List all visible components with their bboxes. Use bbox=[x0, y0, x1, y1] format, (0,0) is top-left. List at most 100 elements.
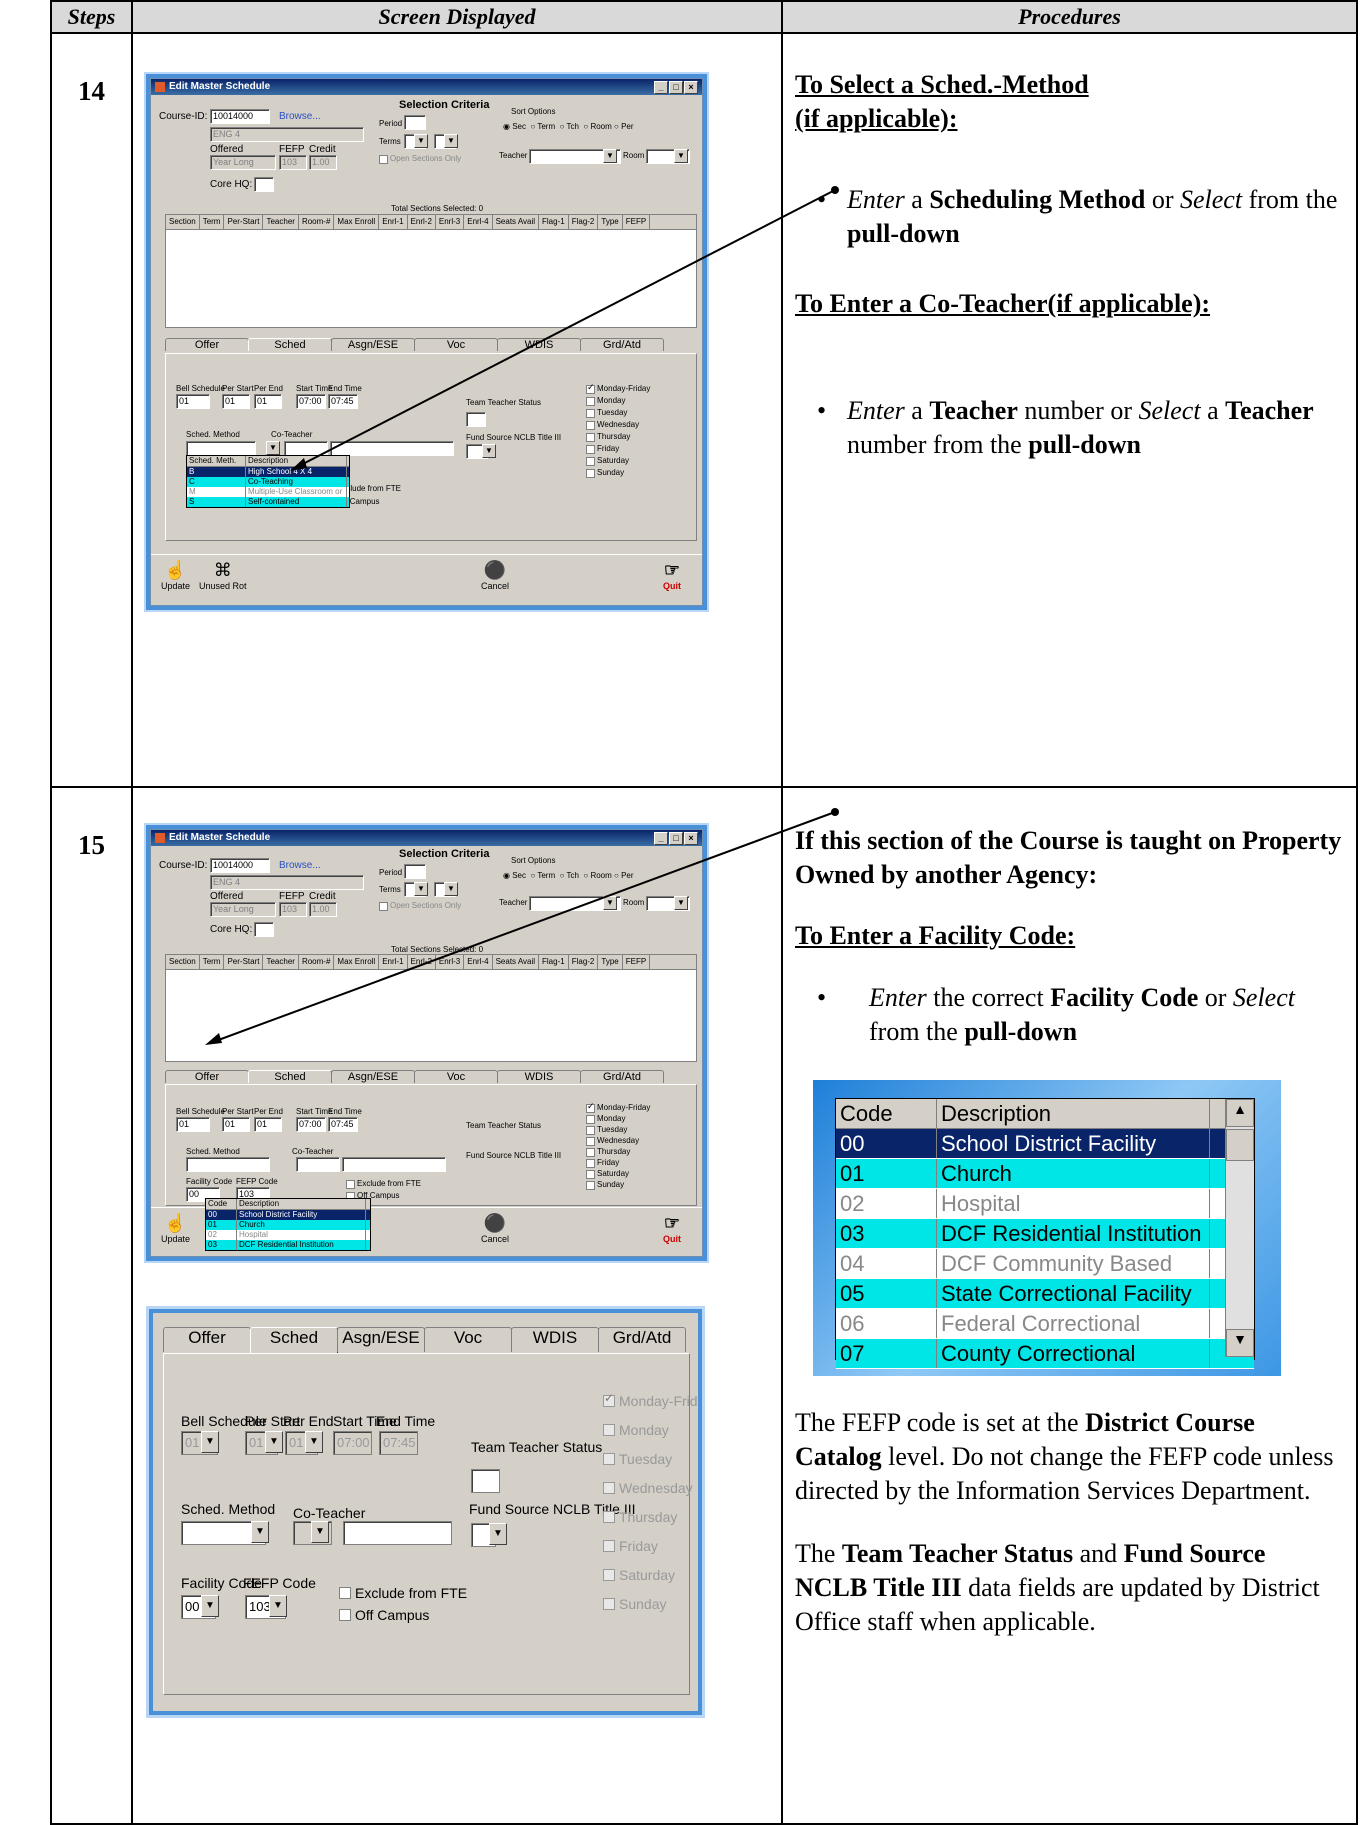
tab-grd-atd[interactable]: Grd/Atd bbox=[580, 338, 664, 351]
minimize-button[interactable]: _ bbox=[654, 81, 668, 94]
day-checkbox-saturday[interactable]: Saturday bbox=[586, 1169, 629, 1179]
list-item[interactable]: 05 State Correctional Facility bbox=[836, 1278, 1254, 1309]
start-time-input[interactable]: 07:00 bbox=[296, 394, 326, 409]
tab-offer[interactable]: Offer bbox=[165, 1070, 249, 1083]
scroll-thumb[interactable] bbox=[1226, 1128, 1254, 1161]
period-input[interactable] bbox=[404, 115, 426, 130]
chevron-down-icon[interactable]: ▼ bbox=[444, 882, 458, 896]
update-button[interactable]: ☝ Update bbox=[161, 559, 190, 591]
list-item[interactable]: 02 Hospital bbox=[836, 1188, 1254, 1219]
chevron-down-icon[interactable]: ▼ bbox=[311, 1521, 329, 1543]
tab-wdis[interactable]: WDIS bbox=[511, 1327, 599, 1352]
tab-voc[interactable]: Voc bbox=[414, 1070, 498, 1083]
day-checkbox-saturday[interactable]: Saturday bbox=[586, 456, 629, 466]
sched-method-select[interactable] bbox=[186, 1157, 270, 1172]
day-checkbox-wednesday[interactable]: Wednesday bbox=[586, 420, 639, 430]
tab-voc[interactable]: Voc bbox=[424, 1327, 512, 1352]
core-hq-input[interactable] bbox=[254, 922, 274, 937]
chevron-down-icon[interactable]: ▼ bbox=[414, 882, 428, 896]
day-checkbox-wednesday[interactable]: Wednesday bbox=[603, 1480, 693, 1496]
tab-offer[interactable]: Offer bbox=[163, 1327, 251, 1352]
open-sections-checkbox[interactable]: Open Sections Only bbox=[379, 901, 461, 911]
day-checkbox-monday[interactable]: Monday bbox=[586, 1114, 625, 1124]
tab-grd-atd[interactable]: Grd/Atd bbox=[598, 1327, 686, 1352]
open-sections-checkbox[interactable]: Open Sections Only bbox=[379, 154, 461, 164]
list-scrollbar[interactable]: ▲ ▼ bbox=[1225, 1098, 1254, 1357]
day-checkbox-thursday[interactable]: Thursday bbox=[586, 432, 630, 442]
chevron-down-icon[interactable]: ▼ bbox=[489, 1523, 507, 1545]
tab-asgn-ese[interactable]: Asgn/ESE bbox=[331, 1070, 415, 1083]
team-teacher-input[interactable] bbox=[471, 1469, 500, 1493]
day-checkbox-friday[interactable]: Friday bbox=[586, 444, 619, 454]
cancel-button[interactable]: ⚫ Cancel bbox=[481, 559, 509, 591]
close-button[interactable]: × bbox=[684, 81, 698, 94]
day-checkbox-sunday[interactable]: Sunday bbox=[586, 468, 624, 478]
co-teacher-select[interactable] bbox=[296, 1157, 340, 1172]
day-checkbox-sunday[interactable]: Sunday bbox=[586, 1180, 624, 1190]
tab-wdis[interactable]: WDIS bbox=[497, 1070, 581, 1083]
sort-radio-group[interactable]: ◉ Sec ○ Term ○ Tch ○ Room ○ Per bbox=[503, 871, 634, 880]
day-checkbox-sunday[interactable]: Sunday bbox=[603, 1596, 666, 1612]
quit-button[interactable]: ☞ Quit bbox=[663, 559, 681, 591]
exclude-fte-checkbox[interactable]: Exclude from FTE bbox=[339, 1585, 467, 1601]
update-button[interactable]: ☝ Update bbox=[161, 1212, 190, 1244]
end-time-input[interactable]: 07:45 bbox=[328, 394, 358, 409]
day-checkbox-mon-fri[interactable]: Monday-Friday bbox=[586, 1101, 650, 1113]
day-checkbox-wednesday[interactable]: Wednesday bbox=[586, 1136, 639, 1146]
course-id-input[interactable]: 10014000 bbox=[210, 109, 270, 124]
list-item[interactable]: 04 DCF Community Based bbox=[836, 1248, 1254, 1279]
chevron-down-icon[interactable]: ▼ bbox=[603, 149, 617, 163]
per-end-select[interactable]: 01 bbox=[254, 1117, 282, 1132]
chevron-down-icon[interactable]: ▼ bbox=[444, 134, 458, 148]
chevron-down-icon[interactable]: ▼ bbox=[305, 1431, 323, 1453]
list-item[interactable]: C Co-Teaching bbox=[187, 477, 349, 487]
chevron-down-icon[interactable]: ▼ bbox=[265, 1431, 283, 1453]
list-item[interactable]: 01 Church bbox=[206, 1220, 370, 1230]
list-item[interactable]: 06 Federal Correctional bbox=[836, 1308, 1254, 1339]
day-checkbox-friday[interactable]: Friday bbox=[603, 1538, 658, 1554]
per-start-select[interactable]: 01 bbox=[222, 394, 250, 409]
list-item[interactable]: 03 DCF Residential Institution bbox=[836, 1218, 1254, 1249]
sections-grid[interactable]: Section Term Per-Start Teacher Room-# Max Enr… bbox=[165, 954, 697, 1062]
facility-code-dropdown-list[interactable]: Code Description 00 School District Facili… bbox=[205, 1198, 371, 1251]
close-button[interactable]: × bbox=[684, 832, 698, 845]
scroll-down-icon[interactable]: ▼ bbox=[1226, 1328, 1254, 1357]
bell-schedule-select[interactable]: 01 bbox=[176, 1117, 210, 1132]
tab-asgn-ese[interactable]: Asgn/ESE bbox=[331, 338, 415, 351]
list-item[interactable]: 00 School District Facility bbox=[206, 1210, 370, 1220]
chevron-down-icon[interactable]: ▼ bbox=[674, 149, 688, 163]
sched-method-dropdown-list[interactable]: Sched. Meth. Description B High School 4 X… bbox=[186, 455, 350, 508]
day-checkbox-monday[interactable]: Monday bbox=[603, 1422, 669, 1438]
chevron-down-icon[interactable]: ▼ bbox=[482, 444, 496, 458]
sections-grid[interactable]: Section Term Per-Start Teacher Room-# Max Enr… bbox=[165, 214, 697, 328]
browse-link[interactable]: Browse... bbox=[279, 860, 321, 871]
core-hq-input[interactable] bbox=[254, 177, 274, 192]
browse-link[interactable]: Browse... bbox=[279, 111, 321, 122]
quit-button[interactable]: ☞ Quit bbox=[663, 1212, 681, 1244]
chevron-down-icon[interactable]: ▼ bbox=[201, 1595, 219, 1617]
maximize-button[interactable]: □ bbox=[669, 832, 683, 845]
sort-radio-group[interactable]: ◉ Sec ○ Term ○ Tch ○ Room ○ Per bbox=[503, 122, 634, 131]
day-checkbox-thursday[interactable]: Thursday bbox=[603, 1509, 677, 1525]
chevron-down-icon[interactable]: ▼ bbox=[269, 1595, 287, 1617]
day-checkbox-mon-fri[interactable]: Monday-Friday bbox=[586, 382, 650, 394]
course-id-input[interactable]: 10014000 bbox=[210, 858, 270, 873]
tab-voc[interactable]: Voc bbox=[414, 338, 498, 351]
list-item[interactable]: S Self-contained bbox=[187, 497, 349, 507]
day-checkbox-tuesday[interactable]: Tuesday bbox=[603, 1451, 672, 1467]
tab-sched[interactable]: Sched bbox=[248, 1070, 332, 1083]
day-checkbox-monday[interactable]: Monday bbox=[586, 396, 625, 406]
day-checkbox-saturday[interactable]: Saturday bbox=[603, 1567, 675, 1583]
chevron-down-icon[interactable]: ▼ bbox=[201, 1431, 219, 1453]
per-end-select[interactable]: 01 bbox=[254, 394, 282, 409]
list-item[interactable]: B High School 4 X 4 bbox=[187, 467, 349, 477]
list-item[interactable]: 02 Hospital bbox=[206, 1230, 370, 1240]
scroll-up-icon[interactable]: ▲ bbox=[1226, 1098, 1254, 1127]
maximize-button[interactable]: □ bbox=[669, 81, 683, 94]
end-time-input[interactable]: 07:45 bbox=[328, 1117, 358, 1132]
list-item[interactable]: 01 Church bbox=[836, 1158, 1254, 1189]
end-time-input[interactable]: 07:45 bbox=[379, 1431, 418, 1455]
team-teacher-input[interactable] bbox=[466, 412, 486, 427]
per-start-select[interactable]: 01 bbox=[222, 1117, 250, 1132]
list-item[interactable]: 00 School District Facility bbox=[836, 1128, 1254, 1159]
